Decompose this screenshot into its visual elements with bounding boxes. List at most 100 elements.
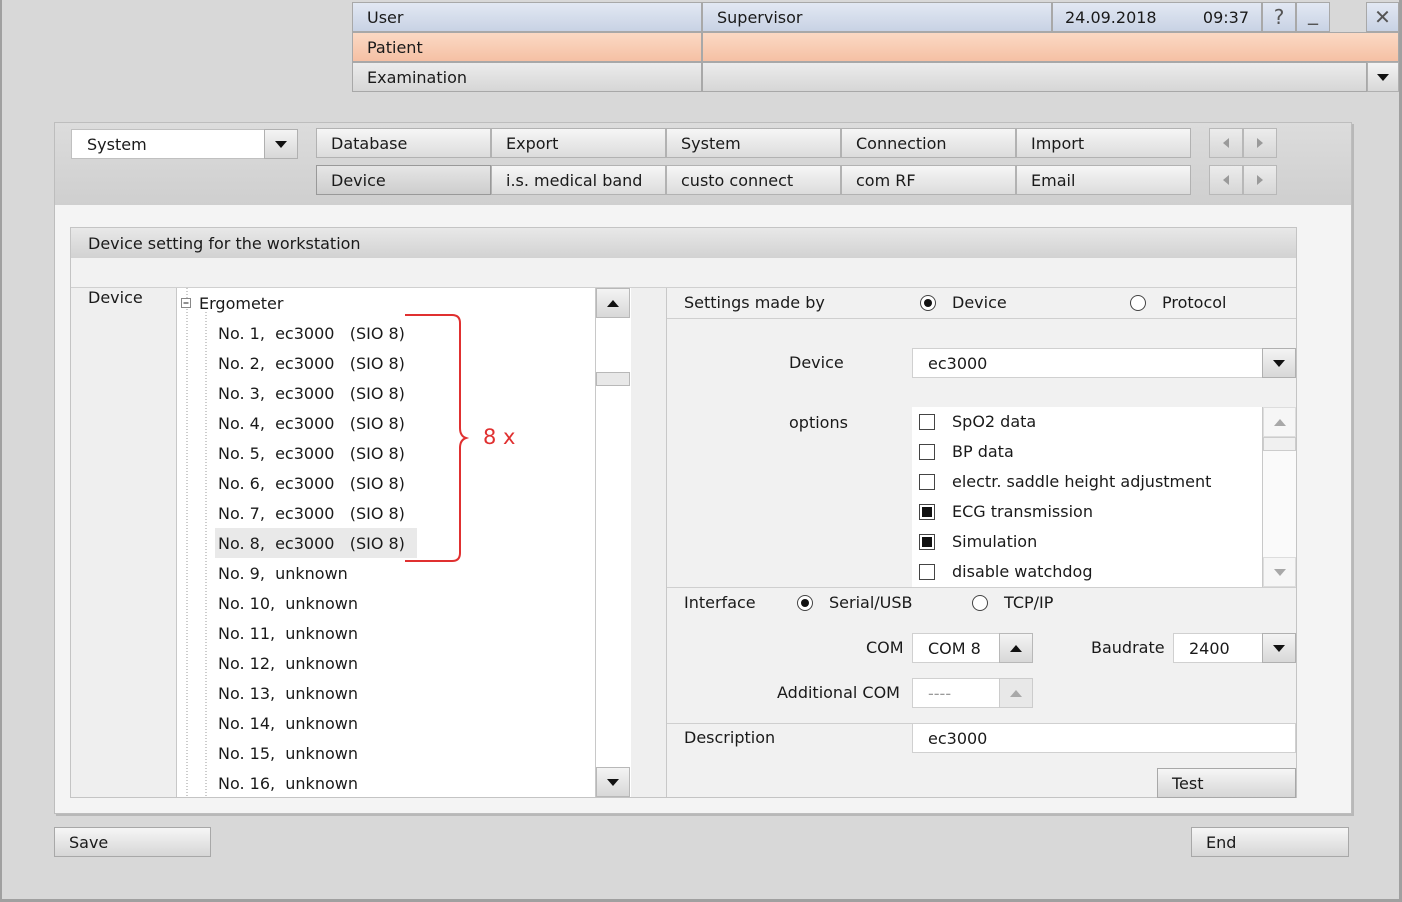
save-button[interactable]: Save <box>54 827 211 857</box>
interface-tcp-ip-label: TCP/IP <box>1004 593 1054 612</box>
examination-value[interactable] <box>702 62 1367 92</box>
additional-com-field[interactable]: ---- <box>912 678 1000 708</box>
device-dropdown-button[interactable] <box>1262 348 1296 378</box>
tabs-row2-next-button[interactable] <box>1243 165 1277 195</box>
options-list: SpO2 data BP data electr. saddle height ad… <box>912 407 1262 587</box>
close-button[interactable]: ✕ <box>1366 2 1399 32</box>
tree-item[interactable]: No. 7, ec3000 (SIO 8) <box>215 498 417 528</box>
made-by-protocol-label: Protocol <box>1162 293 1227 312</box>
tree-item[interactable]: No. 12, unknown <box>215 648 417 678</box>
tab-database[interactable]: Database <box>316 128 491 158</box>
settings-made-by-label: Settings made by <box>684 293 825 312</box>
interface-label: Interface <box>684 593 756 612</box>
tabs-row1-next-button[interactable] <box>1243 128 1277 158</box>
option-checkbox[interactable] <box>919 534 935 550</box>
option-label: BP data <box>952 442 1014 461</box>
examination-dropdown-button[interactable] <box>1367 62 1399 92</box>
tab-is-medical-band[interactable]: i.s. medical band <box>491 165 666 195</box>
com-label: COM <box>866 638 904 657</box>
tree-item[interactable]: No. 11, unknown <box>215 618 417 648</box>
tree-item[interactable]: No. 8, ec3000 (SIO 8) <box>215 528 417 558</box>
tree-scroll-thumb[interactable] <box>596 372 630 386</box>
interface-serial-usb-label: Serial/USB <box>829 593 913 612</box>
tab-custo-connect[interactable]: custo connect <box>666 165 841 195</box>
window-border-left <box>0 0 2 902</box>
tree-item[interactable]: No. 2, ec3000 (SIO 8) <box>215 348 417 378</box>
tree-item[interactable]: No. 16, unknown <box>215 768 417 798</box>
user-value[interactable]: Supervisor <box>702 2 1052 32</box>
tree-item[interactable]: No. 3, ec3000 (SIO 8) <box>215 378 417 408</box>
test-button[interactable]: Test <box>1157 768 1296 798</box>
tree-item[interactable]: No. 13, unknown <box>215 678 417 708</box>
chevron-right-icon <box>1257 175 1263 185</box>
made-by-device-radio[interactable] <box>920 295 936 311</box>
tree-root-ergometer[interactable]: Ergometer <box>199 288 283 318</box>
option-checkbox[interactable] <box>919 444 935 460</box>
user-label: User <box>352 2 702 32</box>
tree-scroll-up-button[interactable] <box>596 288 630 318</box>
tree-item[interactable]: No. 9, unknown <box>215 558 417 588</box>
tree-lines <box>186 288 207 797</box>
tree-item[interactable]: No. 6, ec3000 (SIO 8) <box>215 468 417 498</box>
header-spacer <box>1330 2 1366 32</box>
tab-com-rf[interactable]: com RF <box>841 165 1016 195</box>
patient-value[interactable] <box>702 32 1399 62</box>
annotation-count-text: 8 x <box>483 425 516 449</box>
tab-device[interactable]: Device <box>316 165 491 195</box>
tree-item[interactable]: No. 4, ec3000 (SIO 8) <box>215 408 417 438</box>
tree-scroll-down-button[interactable] <box>596 767 630 797</box>
option-checkbox[interactable] <box>919 504 935 520</box>
examination-label: Examination <box>352 62 702 92</box>
device-list-label: Device <box>88 288 143 307</box>
tree-scrollbar[interactable] <box>595 288 631 797</box>
option-checkbox[interactable] <box>919 474 935 490</box>
chevron-left-icon <box>1223 138 1229 148</box>
option-checkbox[interactable] <box>919 564 935 580</box>
tab-email[interactable]: Email <box>1016 165 1191 195</box>
options-scrollbar[interactable] <box>1262 407 1296 587</box>
option-checkbox[interactable] <box>919 414 935 430</box>
chevron-down-icon <box>1273 568 1286 576</box>
com-spin-up-button[interactable] <box>999 633 1033 663</box>
description-field[interactable]: ec3000 <box>912 723 1296 753</box>
option-label: electr. saddle height adjustment <box>952 472 1212 491</box>
baudrate-dropdown-button[interactable] <box>1262 633 1296 663</box>
tree-item[interactable]: No. 15, unknown <box>215 738 417 768</box>
category-select[interactable]: System <box>71 129 265 159</box>
collapse-icon[interactable] <box>181 298 193 310</box>
tree-item[interactable]: No. 1, ec3000 (SIO 8) <box>215 318 417 348</box>
chevron-down-icon <box>1273 644 1285 652</box>
additional-com-spin-up-button[interactable] <box>999 678 1033 708</box>
chevron-down-icon <box>1273 359 1285 367</box>
tree-item[interactable]: No. 14, unknown <box>215 708 417 738</box>
tab-import[interactable]: Import <box>1016 128 1191 158</box>
options-scroll-up-button[interactable] <box>1263 407 1296 437</box>
tabs-row2-prev-button[interactable] <box>1209 165 1243 195</box>
tab-system[interactable]: System <box>666 128 841 158</box>
interface-serial-usb-radio[interactable] <box>797 595 813 611</box>
tab-connection[interactable]: Connection <box>841 128 1016 158</box>
options-scroll-thumb[interactable] <box>1263 437 1296 451</box>
com-field[interactable]: COM 8 <box>912 633 1000 663</box>
option-label: disable watchdog <box>952 562 1093 581</box>
device-field-label: Device <box>789 353 844 372</box>
options-label: options <box>789 413 848 432</box>
help-button[interactable]: ? <box>1262 2 1296 32</box>
made-by-device-label: Device <box>952 293 1007 312</box>
options-scroll-down-button[interactable] <box>1263 557 1296 587</box>
divider <box>667 318 1296 319</box>
minimize-button[interactable]: _ <box>1296 1 1330 32</box>
category-dropdown-button[interactable] <box>264 129 298 159</box>
tab-export[interactable]: Export <box>491 128 666 158</box>
tree-item[interactable]: No. 5, ec3000 (SIO 8) <box>215 438 417 468</box>
chevron-up-icon <box>1273 418 1286 426</box>
tabs-row1-prev-button[interactable] <box>1209 128 1243 158</box>
made-by-protocol-radio[interactable] <box>1130 295 1146 311</box>
end-button[interactable]: End <box>1191 827 1349 857</box>
tree-item[interactable]: No. 10, unknown <box>215 588 417 618</box>
chevron-left-icon <box>1223 175 1229 185</box>
interface-tcp-ip-radio[interactable] <box>972 595 988 611</box>
time-text: 09:37 <box>1202 7 1249 27</box>
device-select[interactable]: ec3000 <box>912 348 1263 378</box>
baudrate-select[interactable]: 2400 <box>1173 633 1263 663</box>
